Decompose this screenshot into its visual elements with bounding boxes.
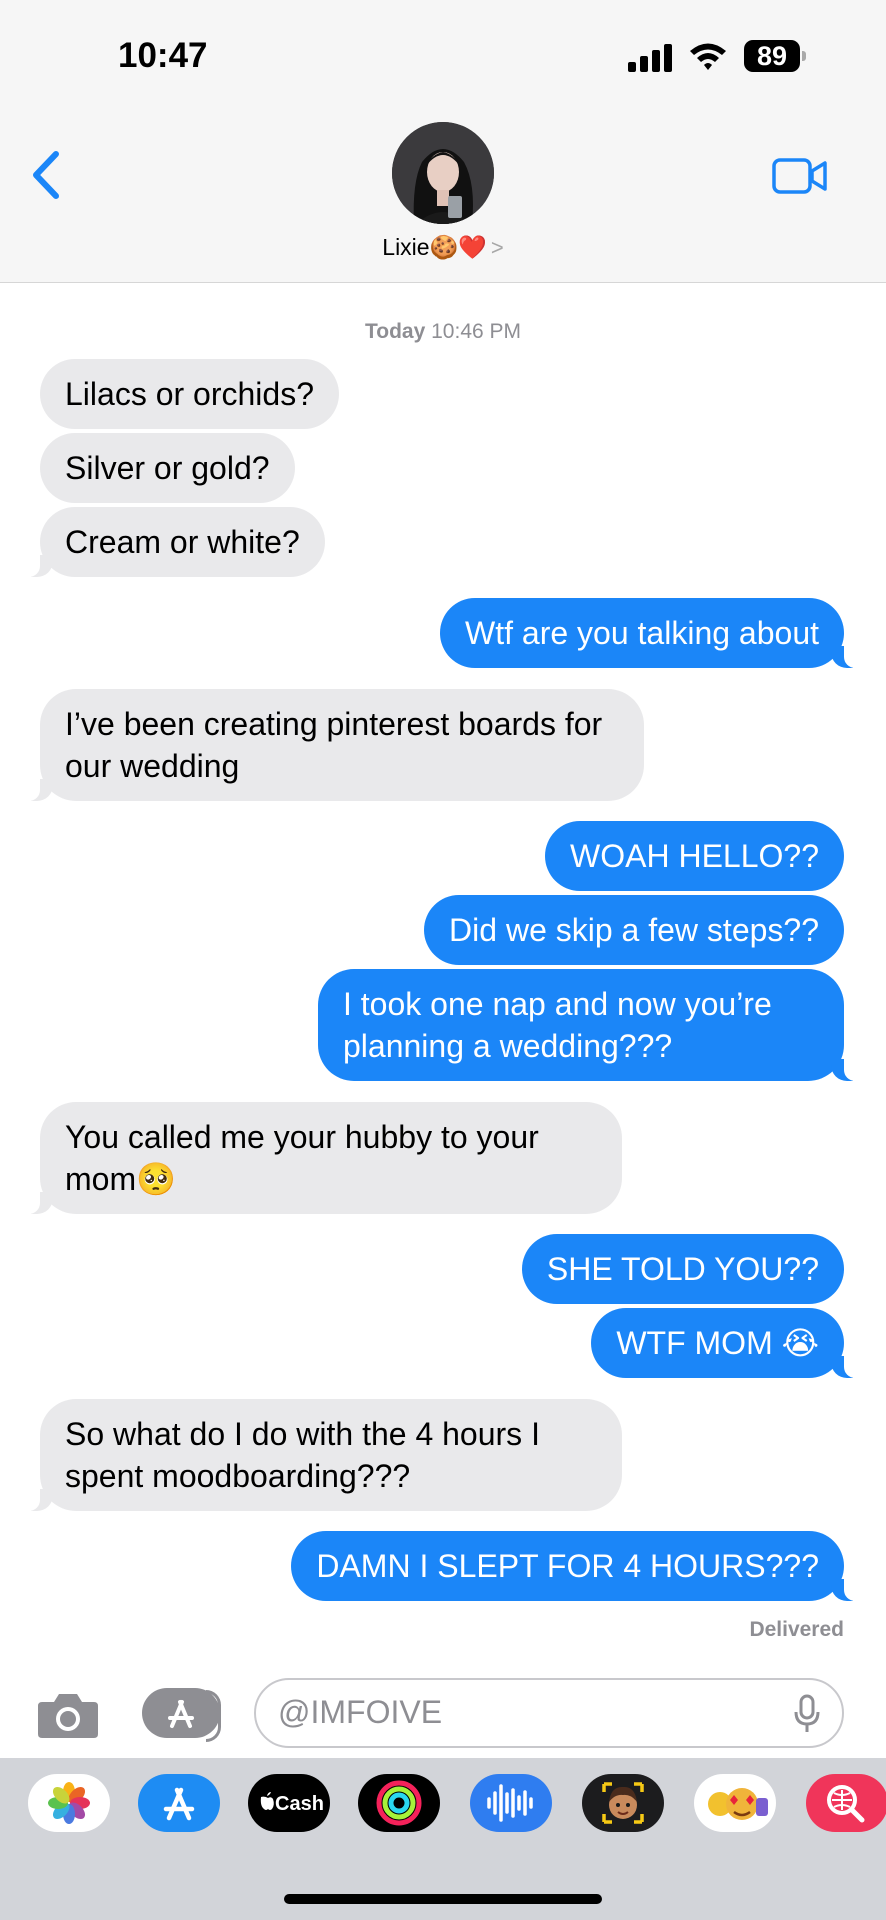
home-indicator: [284, 1894, 602, 1904]
fitness-app-button[interactable]: [358, 1774, 440, 1832]
message-bubble-outgoing[interactable]: SHE TOLD YOU??: [521, 1234, 844, 1304]
thread-timestamp: Today 10:46 PM: [0, 320, 886, 344]
wifi-icon: [690, 43, 726, 70]
apple-cash-icon: Cash: [260, 1792, 324, 1815]
message-bubble-outgoing[interactable]: WTF MOM 😭: [591, 1308, 862, 1378]
cellular-signal-icon: [628, 44, 672, 72]
apps-button-edge: [206, 1690, 221, 1742]
message-bubble-outgoing[interactable]: DAMN I SLEPT FOR 4 HOURS???: [291, 1531, 862, 1601]
message-bubble-outgoing[interactable]: Wtf are you talking about: [440, 598, 862, 668]
message-bubble-outgoing[interactable]: I took one nap and now you’re planning a…: [318, 969, 862, 1081]
status-time: 10:47: [118, 36, 208, 75]
photos-icon: [48, 1782, 90, 1824]
microphone-icon[interactable]: [794, 1694, 820, 1734]
contact-name-button[interactable]: Lixie🍪❤️ >: [0, 234, 886, 261]
images-search-app-button[interactable]: [806, 1774, 886, 1832]
battery-level: 89: [744, 40, 800, 72]
camera-icon[interactable]: [36, 1690, 100, 1740]
memoji-app-button[interactable]: [582, 1774, 664, 1832]
audio-message-icon: [487, 1784, 533, 1822]
images-search-icon: [827, 1785, 865, 1823]
message-bubble-outgoing[interactable]: WOAH HELLO??: [545, 821, 844, 891]
message-bubble-incoming[interactable]: Silver or gold?: [40, 433, 295, 503]
apple-cash-label: Cash: [275, 1793, 324, 1815]
stickers-icon: [708, 1788, 768, 1820]
memoji-icon: [602, 1782, 644, 1824]
audio-message-app-button[interactable]: [470, 1774, 552, 1832]
back-chevron-icon[interactable]: [30, 150, 64, 200]
app-store-icon: [163, 1787, 195, 1821]
stickers-app-button[interactable]: [694, 1774, 776, 1832]
contact-name: Lixie🍪❤️: [382, 234, 487, 260]
message-bubble-incoming[interactable]: So what do I do with the 4 hours I spent…: [22, 1399, 622, 1511]
avatar-photo: [392, 122, 494, 224]
timestamp-time: 10:46 PM: [431, 320, 522, 343]
battery-tip: [802, 51, 806, 61]
app-store-app-button[interactable]: [138, 1774, 220, 1832]
message-bubble-incoming[interactable]: Lilacs or orchids?: [40, 359, 339, 429]
timestamp-day: Today: [364, 320, 426, 343]
photos-app-button[interactable]: [28, 1774, 110, 1832]
delivered-status: Delivered: [749, 1618, 844, 1641]
chevron-right-icon: >: [490, 235, 504, 260]
message-bubble-incoming[interactable]: Cream or white?: [22, 507, 325, 577]
message-input-text[interactable]: @IMFOIVE: [278, 1694, 442, 1731]
message-bubble-incoming[interactable]: I’ve been creating pinterest boards for …: [22, 689, 644, 801]
contact-avatar[interactable]: [392, 122, 494, 224]
fitness-icon: [376, 1780, 422, 1826]
message-bubble-outgoing[interactable]: Did we skip a few steps??: [424, 895, 844, 965]
apple-cash-app-button[interactable]: Cash: [248, 1774, 330, 1832]
message-bubble-incoming[interactable]: You called me your hubby to your mom🥺: [22, 1102, 622, 1214]
video-call-icon[interactable]: [772, 158, 828, 194]
